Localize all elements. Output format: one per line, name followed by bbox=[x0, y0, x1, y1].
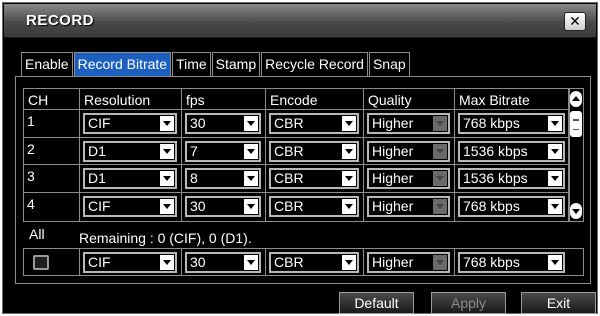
table-row: 4 CIF 30 CBR Higher 768 kbps bbox=[24, 193, 570, 221]
scroll-thumb[interactable] bbox=[570, 111, 582, 137]
scroll-down-icon[interactable] bbox=[570, 203, 582, 219]
max-bitrate-select[interactable]: 768 kbps bbox=[458, 196, 565, 217]
all-channels-row: CIF 30 CBR Higher 768 kbps bbox=[23, 248, 584, 276]
chevron-down-icon bbox=[433, 144, 447, 159]
chevron-down-icon bbox=[244, 144, 258, 159]
max-bitrate-select[interactable]: 768 kbps bbox=[458, 113, 565, 134]
quality-select[interactable]: Higher bbox=[367, 141, 450, 162]
chevron-down-icon bbox=[548, 255, 562, 270]
chevron-down-icon bbox=[548, 199, 562, 214]
resolution-select[interactable]: D1 bbox=[83, 141, 177, 162]
quality-select[interactable]: Higher bbox=[367, 113, 450, 134]
chevron-down-icon bbox=[160, 116, 174, 131]
channel-table: CH Resolution fps Encode Quality Max Bit… bbox=[23, 88, 584, 222]
record-bitrate-panel: CH Resolution fps Encode Quality Max Bit… bbox=[15, 76, 591, 284]
header-max-bitrate: Max Bitrate bbox=[455, 89, 570, 110]
dialog-title: RECORD bbox=[26, 12, 95, 29]
all-quality-select[interactable]: Higher bbox=[367, 252, 450, 273]
header-encode: Encode bbox=[266, 89, 364, 110]
remaining-text: Remaining : 0 (CIF), 0 (D1). bbox=[79, 230, 252, 246]
chevron-down-icon bbox=[342, 199, 356, 214]
encode-select[interactable]: CBR bbox=[269, 196, 359, 217]
chevron-down-icon bbox=[160, 144, 174, 159]
max-bitrate-select[interactable]: 1536 kbps bbox=[458, 168, 565, 189]
quality-select[interactable]: Higher bbox=[367, 196, 450, 217]
resolution-select[interactable]: CIF bbox=[83, 196, 177, 217]
all-resolution-select[interactable]: CIF bbox=[83, 252, 177, 273]
fps-select[interactable]: 30 bbox=[185, 113, 261, 134]
tab-snap[interactable]: Snap bbox=[368, 52, 410, 76]
encode-select[interactable]: CBR bbox=[269, 113, 359, 134]
header-quality: Quality bbox=[364, 89, 455, 110]
chevron-down-icon bbox=[342, 144, 356, 159]
table-header: CH Resolution fps Encode Quality Max Bit… bbox=[24, 89, 570, 110]
close-icon: ✕ bbox=[569, 13, 581, 29]
default-button[interactable]: Default bbox=[339, 292, 414, 314]
chevron-down-icon bbox=[433, 171, 447, 186]
chevron-down-icon bbox=[433, 199, 447, 214]
channel-number: 2 bbox=[24, 138, 80, 165]
chevron-down-icon bbox=[548, 171, 562, 186]
exit-button[interactable]: Exit bbox=[521, 292, 596, 314]
chevron-down-icon bbox=[244, 199, 258, 214]
all-encode-select[interactable]: CBR bbox=[269, 252, 359, 273]
tab-bar: Enable Record Bitrate Time Stamp Recycle… bbox=[21, 52, 411, 76]
record-dialog: RECORD ✕ Enable Record Bitrate Time Stam… bbox=[2, 2, 598, 314]
channel-number: 4 bbox=[24, 193, 80, 221]
fps-select[interactable]: 8 bbox=[185, 168, 261, 189]
all-label: All bbox=[29, 226, 45, 242]
chevron-down-icon bbox=[244, 116, 258, 131]
quality-select[interactable]: Higher bbox=[367, 168, 450, 189]
chevron-down-icon bbox=[342, 116, 356, 131]
close-button[interactable]: ✕ bbox=[564, 12, 586, 31]
fps-select[interactable]: 7 bbox=[185, 141, 261, 162]
channel-number: 1 bbox=[24, 110, 80, 138]
tab-time[interactable]: Time bbox=[172, 52, 211, 76]
tab-stamp[interactable]: Stamp bbox=[211, 52, 261, 76]
chevron-down-icon bbox=[160, 171, 174, 186]
tab-recycle-record[interactable]: Recycle Record bbox=[261, 52, 368, 76]
chevron-down-icon bbox=[342, 171, 356, 186]
all-fps-select[interactable]: 30 bbox=[185, 252, 261, 273]
table-row: 3 D1 8 CBR Higher 1536 kbps bbox=[24, 165, 570, 193]
tab-record-bitrate[interactable]: Record Bitrate bbox=[73, 52, 172, 76]
resolution-select[interactable]: CIF bbox=[83, 113, 177, 134]
chevron-down-icon bbox=[433, 116, 447, 131]
table-row: 2 D1 7 CBR Higher 1536 kbps bbox=[24, 138, 570, 165]
chevron-down-icon bbox=[160, 255, 174, 270]
scroll-up-icon[interactable] bbox=[570, 91, 582, 107]
apply-all-checkbox[interactable] bbox=[33, 255, 49, 270]
tab-enable[interactable]: Enable bbox=[21, 52, 73, 76]
encode-select[interactable]: CBR bbox=[269, 141, 359, 162]
max-bitrate-select[interactable]: 1536 kbps bbox=[458, 141, 565, 162]
chevron-down-icon bbox=[160, 199, 174, 214]
header-ch: CH bbox=[24, 89, 80, 110]
channel-number: 3 bbox=[24, 165, 80, 193]
fps-select[interactable]: 30 bbox=[185, 196, 261, 217]
table-row: 1 CIF 30 CBR Higher 768 kbps bbox=[24, 110, 570, 138]
chevron-down-icon bbox=[244, 171, 258, 186]
title-bar: RECORD ✕ bbox=[4, 4, 596, 38]
table-scrollbar[interactable] bbox=[568, 89, 583, 221]
apply-button[interactable]: Apply bbox=[431, 292, 506, 314]
all-max-bitrate-select[interactable]: 768 kbps bbox=[458, 252, 565, 273]
chevron-down-icon bbox=[548, 144, 562, 159]
chevron-down-icon bbox=[433, 255, 447, 270]
resolution-select[interactable]: D1 bbox=[83, 168, 177, 189]
chevron-down-icon bbox=[548, 116, 562, 131]
header-fps: fps bbox=[182, 89, 266, 110]
header-resolution: Resolution bbox=[80, 89, 182, 110]
chevron-down-icon bbox=[244, 255, 258, 270]
encode-select[interactable]: CBR bbox=[269, 168, 359, 189]
chevron-down-icon bbox=[342, 255, 356, 270]
